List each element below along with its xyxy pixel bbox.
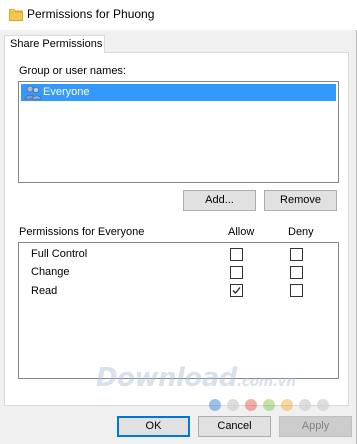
add-button[interactable]: Add... (183, 190, 256, 211)
watermark-dot (245, 399, 257, 411)
folder-icon (9, 9, 23, 21)
change-deny-checkbox[interactable] (290, 266, 303, 279)
watermark-text: Download (96, 363, 237, 393)
change-allow-checkbox[interactable] (230, 266, 243, 279)
list-item-label: Everyone (43, 86, 90, 98)
watermark-logo: Download.com.vn (96, 363, 296, 393)
watermark-dot (209, 399, 221, 411)
permissions-dialog: Permissions for Phuong Share Permissions… (0, 0, 357, 444)
watermark-dot (227, 399, 239, 411)
watermark-dot (317, 399, 329, 411)
users-icon (24, 85, 42, 100)
tab-share-permissions[interactable]: Share Permissions (4, 35, 105, 53)
read-allow-checkbox[interactable] (230, 284, 243, 297)
group-listbox[interactable]: Everyone (18, 81, 339, 183)
watermark-dot (299, 399, 311, 411)
watermark-dot (281, 399, 293, 411)
read-deny-checkbox[interactable] (290, 284, 303, 297)
permissions-list (18, 242, 339, 379)
watermark-dot (263, 399, 275, 411)
permission-name-full-control: Full Control (31, 248, 88, 260)
tab-label: Share Permissions (10, 38, 103, 50)
checkmark-icon (232, 287, 241, 294)
full-control-allow-checkbox[interactable] (230, 248, 243, 261)
group-label: Group or user names: (19, 65, 126, 77)
allow-column-header: Allow (228, 226, 255, 238)
window-title: Permissions for Phuong (27, 7, 155, 21)
permission-name-read: Read (31, 285, 58, 297)
deny-column-header: Deny (288, 226, 314, 238)
cancel-button[interactable]: Cancel (198, 416, 271, 437)
apply-button[interactable]: Apply (279, 416, 352, 437)
watermark-suffix: .com.vn (236, 374, 296, 390)
title-bar[interactable]: Permissions for Phuong (0, 0, 357, 30)
permissions-header: Permissions for Everyone (19, 226, 145, 238)
permission-name-change: Change (31, 266, 70, 278)
list-item-everyone[interactable]: Everyone (21, 84, 336, 101)
remove-button[interactable]: Remove (264, 190, 337, 211)
ok-button[interactable]: OK (117, 416, 190, 437)
full-control-deny-checkbox[interactable] (290, 248, 303, 261)
